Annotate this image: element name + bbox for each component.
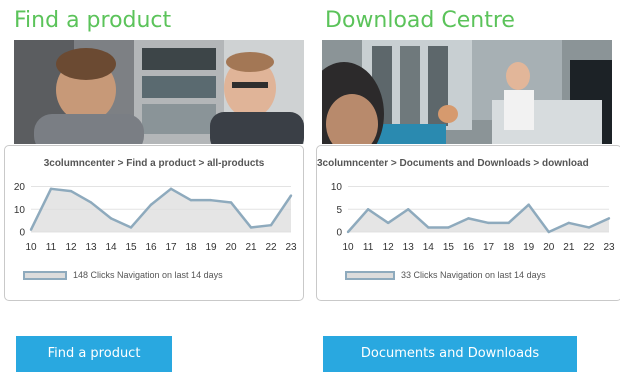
clicks-chart-card: 3columncenter > Find a product > all-pro… [4,145,304,301]
download-centre-photo [322,40,612,144]
data-point [169,187,173,191]
data-point [229,201,233,204]
data-point [189,198,193,202]
clicks-area-chart: 0102010 11 12 13 14 15 16 17 18 19 20 21 22 23 [14,182,297,253]
breadcrumb: 3columncenter > Documents and Downloads … [317,158,589,169]
y-tick-label: 10 [14,205,26,216]
x-tick-label: 21 [563,242,575,253]
data-point [386,221,390,225]
x-tick-label: 16 [463,242,475,253]
panel-heading: Download Centre [325,8,515,33]
x-tick-label: 17 [483,242,495,253]
x-tick-label: 20 [543,242,555,253]
data-point [366,208,370,211]
x-tick-label: 21 [245,242,257,253]
data-point [427,226,430,229]
find-product-button[interactable]: Find a product [16,336,172,372]
find-product-panel: Find a product 3columncenter > Find a pr… [4,0,314,376]
x-tick-label: 12 [383,242,395,253]
data-point [447,226,450,229]
x-tick-label: 13 [85,242,97,253]
legend-swatch [23,270,67,280]
x-tick-label: 13 [403,242,415,253]
x-tick-label: 23 [285,242,297,253]
documents-downloads-button[interactable]: Documents and Downloads [323,336,577,372]
data-point [149,203,153,206]
legend-label: 33 Clicks Navigation on last 14 days [401,270,546,280]
x-tick-label: 12 [65,242,77,253]
x-tick-label: 11 [46,242,57,253]
x-tick-label: 11 [363,242,374,253]
y-tick-label: 0 [336,228,342,239]
clicks-chart-card: 3columncenter > Documents and Downloads … [316,145,620,301]
x-tick-label: 10 [342,242,354,253]
x-tick-label: 16 [145,242,157,253]
data-point [109,217,113,220]
x-tick-label: 15 [125,242,137,253]
data-point [346,230,350,234]
x-tick-label: 17 [165,242,177,253]
x-tick-label: 20 [225,242,237,253]
x-tick-label: 19 [523,242,535,253]
x-tick-label: 22 [583,242,595,253]
data-point [289,194,293,197]
clicks-area-chart: 0 5 10 10 11 12 13 14 15 16 17 18 19 20 21 22 23 [331,182,615,253]
data-point [527,203,530,206]
data-point [69,189,73,193]
data-point [89,201,93,204]
y-tick-label: 10 [331,182,343,193]
legend-swatch [345,270,395,280]
chart-legend: 33 Clicks Navigation on last 14 days [345,270,546,280]
x-tick-label: 23 [603,242,615,253]
x-tick-label: 14 [423,242,435,253]
data-point [249,226,253,229]
x-tick-label: 15 [443,242,455,253]
data-point [49,187,53,191]
product-photo [14,40,304,144]
x-tick-label: 14 [105,242,117,253]
data-point [269,223,273,227]
chart-legend: 148 Clicks Navigation on last 14 days [23,270,223,280]
x-tick-label: 18 [503,242,515,253]
data-point [547,230,550,234]
y-tick-label: 20 [14,182,26,193]
data-point [467,217,470,220]
data-point [129,226,133,229]
x-tick-label: 10 [25,242,37,253]
legend-label: 148 Clicks Navigation on last 14 days [73,270,223,280]
panel-heading: Find a product [14,8,172,33]
y-tick-label: 5 [336,205,342,216]
data-point [587,226,591,229]
data-point [607,217,611,220]
data-point [209,198,213,202]
breadcrumb: 3columncenter > Find a product > all-pro… [43,158,265,169]
x-tick-label: 22 [265,242,277,253]
data-point [507,221,510,225]
x-tick-label: 19 [205,242,217,253]
data-point [567,221,571,225]
x-tick-label: 18 [185,242,197,253]
data-point [407,208,410,211]
data-point [29,228,33,231]
download-centre-panel: Download Centre 3columncenter > Document… [316,0,620,376]
data-point [487,221,490,225]
y-tick-label: 0 [19,228,25,239]
